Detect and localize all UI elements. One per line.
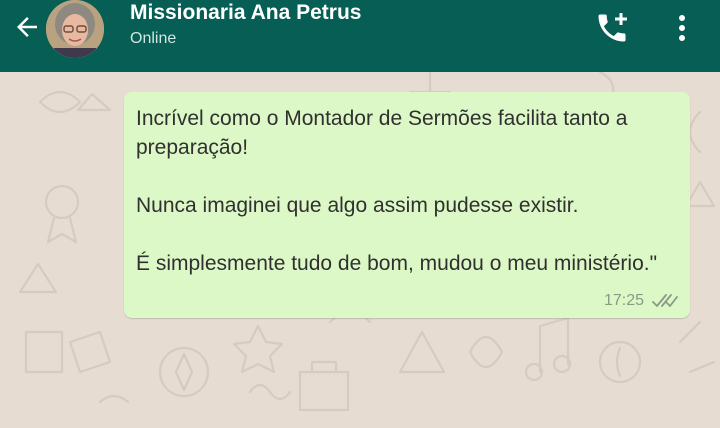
contact-status: Online	[130, 30, 177, 47]
chat-header: Missionaria Ana Petrus Online	[0, 0, 720, 72]
contact-name[interactable]: Missionaria Ana Petrus	[130, 0, 361, 26]
arrow-left-icon	[17, 17, 37, 37]
double-check-icon	[652, 294, 678, 307]
avatar[interactable]	[46, 0, 104, 58]
add-call-icon	[598, 13, 627, 42]
message-bubble[interactable]: Incrível como o Montador de Sermões faci…	[124, 92, 690, 318]
more-options-button[interactable]	[668, 10, 696, 46]
message-time: 17:25	[603, 292, 644, 309]
message-paragraph-3: É simplesmente tudo de bom, mudou o meu …	[136, 252, 658, 275]
message-paragraph-2: Nunca imaginei que algo assim pudesse ex…	[136, 194, 579, 217]
back-button[interactable]	[10, 10, 44, 44]
more-vertical-icon	[679, 15, 685, 41]
message-paragraph-1: Incrível como o Montador de Sermões faci…	[136, 107, 628, 159]
add-call-button[interactable]	[592, 8, 632, 48]
message-meta: 17:25	[604, 292, 678, 310]
message-text: Incrível como o Montador de Sermões faci…	[136, 104, 678, 278]
